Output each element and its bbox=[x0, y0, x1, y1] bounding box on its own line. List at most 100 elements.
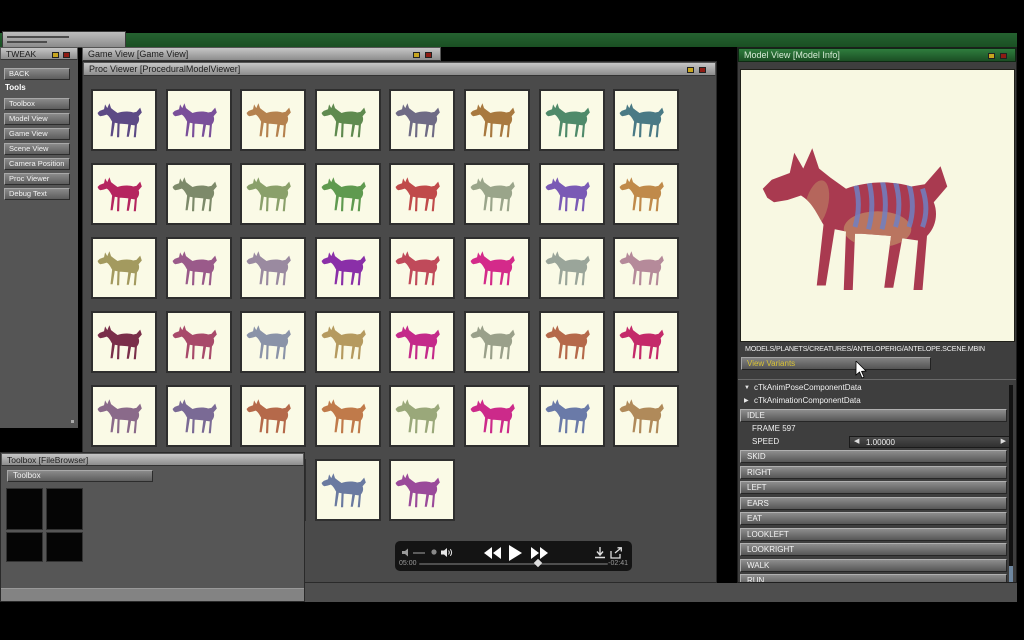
creature-card[interactable] bbox=[538, 385, 605, 447]
minimize-button[interactable] bbox=[413, 52, 420, 58]
component-row-animation[interactable]: ▶ cTkAnimationComponentData bbox=[744, 396, 861, 405]
creature-card[interactable] bbox=[240, 311, 307, 373]
anim-bar-idle[interactable]: IDLE bbox=[740, 409, 1007, 422]
creature-card[interactable] bbox=[463, 311, 530, 373]
creature-card[interactable] bbox=[314, 89, 381, 151]
anim-bar-lookright[interactable]: LOOKRIGHT bbox=[740, 543, 1007, 556]
sidebar-item-scene-view[interactable]: Scene View bbox=[4, 143, 70, 155]
scrollbar-track[interactable] bbox=[1009, 385, 1013, 582]
creature-card[interactable] bbox=[463, 89, 530, 151]
anim-bar-walk[interactable]: WALK bbox=[740, 558, 1007, 572]
triangle-down-icon[interactable]: ▼ bbox=[744, 385, 754, 391]
fast-forward-button[interactable] bbox=[531, 547, 549, 559]
anim-bar-lookleft[interactable]: LOOKLEFT bbox=[740, 527, 1007, 541]
model-view-titlebar[interactable]: Model View [Model Info] bbox=[738, 48, 1016, 62]
model-viewport[interactable] bbox=[740, 69, 1015, 342]
creature-card[interactable] bbox=[314, 163, 381, 225]
close-button[interactable] bbox=[699, 67, 706, 73]
speed-slider[interactable]: ◀ 1.00000 ▶ bbox=[849, 436, 1011, 448]
creature-card[interactable] bbox=[613, 385, 680, 447]
toolbox-titlebar[interactable]: Toolbox [FileBrowser] bbox=[1, 453, 304, 466]
creature-card[interactable] bbox=[314, 311, 381, 373]
creature-card[interactable] bbox=[91, 89, 157, 151]
sidebar-item-toolbox[interactable]: Toolbox bbox=[4, 98, 70, 110]
close-button[interactable] bbox=[63, 52, 70, 58]
creature-card[interactable] bbox=[165, 163, 232, 225]
creature-card[interactable] bbox=[91, 385, 157, 447]
sidebar-item-camera-position[interactable]: Camera Position bbox=[4, 158, 70, 170]
sidebar-item-debug-text[interactable]: Debug Text bbox=[4, 188, 70, 200]
arrow-right-icon[interactable]: ▶ bbox=[1001, 437, 1006, 447]
sidebar-item-game-view[interactable]: Game View bbox=[4, 128, 70, 140]
tweak-titlebar[interactable]: TWEAK bbox=[0, 47, 78, 60]
speaker-icon[interactable] bbox=[441, 547, 453, 558]
creature-card[interactable] bbox=[389, 163, 456, 225]
anim-bar-eat[interactable]: EAT bbox=[740, 512, 1007, 525]
creature-card[interactable] bbox=[165, 89, 232, 151]
creature-card[interactable] bbox=[240, 89, 307, 151]
creature-card[interactable] bbox=[613, 163, 680, 225]
anim-bar-ears[interactable]: EARS bbox=[740, 496, 1007, 510]
volume-icon[interactable] bbox=[402, 548, 411, 557]
creature-card[interactable] bbox=[613, 237, 680, 299]
creature-card[interactable] bbox=[613, 311, 680, 373]
anim-bar-run[interactable]: RUN bbox=[740, 574, 1007, 582]
progress-thumb[interactable] bbox=[533, 558, 543, 568]
play-button[interactable] bbox=[509, 545, 522, 561]
file-slot[interactable] bbox=[6, 532, 43, 562]
close-button[interactable] bbox=[425, 52, 432, 58]
minimize-button[interactable] bbox=[687, 67, 694, 73]
file-slot[interactable] bbox=[46, 488, 83, 530]
proc-viewer-titlebar[interactable]: Proc Viewer [ProceduralModelViewer] bbox=[83, 62, 716, 76]
export-frame-button[interactable] bbox=[594, 547, 606, 559]
progress-track[interactable] bbox=[419, 563, 608, 565]
creature-card[interactable] bbox=[165, 237, 232, 299]
scrollbar-thumb[interactable] bbox=[1009, 566, 1013, 582]
creature-card[interactable] bbox=[91, 163, 157, 225]
creature-card[interactable] bbox=[165, 385, 232, 447]
game-view-titlebar[interactable]: Game View [Game View] bbox=[82, 47, 441, 61]
share-button[interactable] bbox=[610, 547, 623, 559]
creature-card[interactable] bbox=[389, 311, 456, 373]
creature-card[interactable] bbox=[389, 89, 456, 151]
creature-card[interactable] bbox=[91, 311, 157, 373]
creature-card[interactable] bbox=[91, 237, 157, 299]
minimize-button[interactable] bbox=[988, 53, 995, 59]
creature-card[interactable] bbox=[613, 89, 680, 151]
creature-card[interactable] bbox=[463, 163, 530, 225]
rewind-button[interactable] bbox=[484, 547, 502, 559]
anim-bar-left[interactable]: LEFT bbox=[740, 481, 1007, 494]
back-button[interactable]: BACK bbox=[4, 68, 70, 80]
creature-card[interactable] bbox=[463, 385, 530, 447]
creature-card[interactable] bbox=[389, 385, 456, 447]
view-variants-button[interactable]: View Variants bbox=[741, 357, 931, 370]
creature-card[interactable] bbox=[314, 237, 381, 299]
resize-grip[interactable] bbox=[71, 420, 74, 423]
component-row-anim-pose[interactable]: ▼ cTkAnimPoseComponentData bbox=[744, 383, 862, 392]
file-slot[interactable] bbox=[46, 532, 83, 562]
creature-card[interactable] bbox=[165, 311, 232, 373]
triangle-right-icon[interactable]: ▶ bbox=[744, 397, 754, 404]
creature-card[interactable] bbox=[538, 311, 605, 373]
creature-card[interactable] bbox=[240, 237, 307, 299]
anim-bar-right[interactable]: RIGHT bbox=[740, 465, 1007, 479]
creature-card[interactable] bbox=[389, 459, 456, 521]
creature-card[interactable] bbox=[463, 237, 530, 299]
sidebar-item-proc-viewer[interactable]: Proc Viewer bbox=[4, 173, 70, 185]
close-button[interactable] bbox=[1000, 53, 1007, 59]
toolbox-button[interactable]: Toolbox bbox=[7, 470, 153, 482]
creature-card[interactable] bbox=[538, 89, 605, 151]
anim-bar-skid[interactable]: SKID bbox=[740, 450, 1007, 463]
creature-card[interactable] bbox=[314, 385, 381, 447]
arrow-left-icon[interactable]: ◀ bbox=[854, 437, 859, 447]
creature-card[interactable] bbox=[240, 163, 307, 225]
mini-toolbar-button[interactable] bbox=[2, 31, 126, 48]
creature-card[interactable] bbox=[538, 237, 605, 299]
creature-card[interactable] bbox=[389, 237, 456, 299]
volume-slider[interactable] bbox=[413, 552, 425, 554]
file-slot[interactable] bbox=[6, 488, 43, 530]
creature-card[interactable] bbox=[240, 385, 307, 447]
sidebar-item-model-view[interactable]: Model View bbox=[4, 113, 70, 125]
minimize-button[interactable] bbox=[52, 52, 59, 58]
creature-card[interactable] bbox=[314, 459, 381, 521]
